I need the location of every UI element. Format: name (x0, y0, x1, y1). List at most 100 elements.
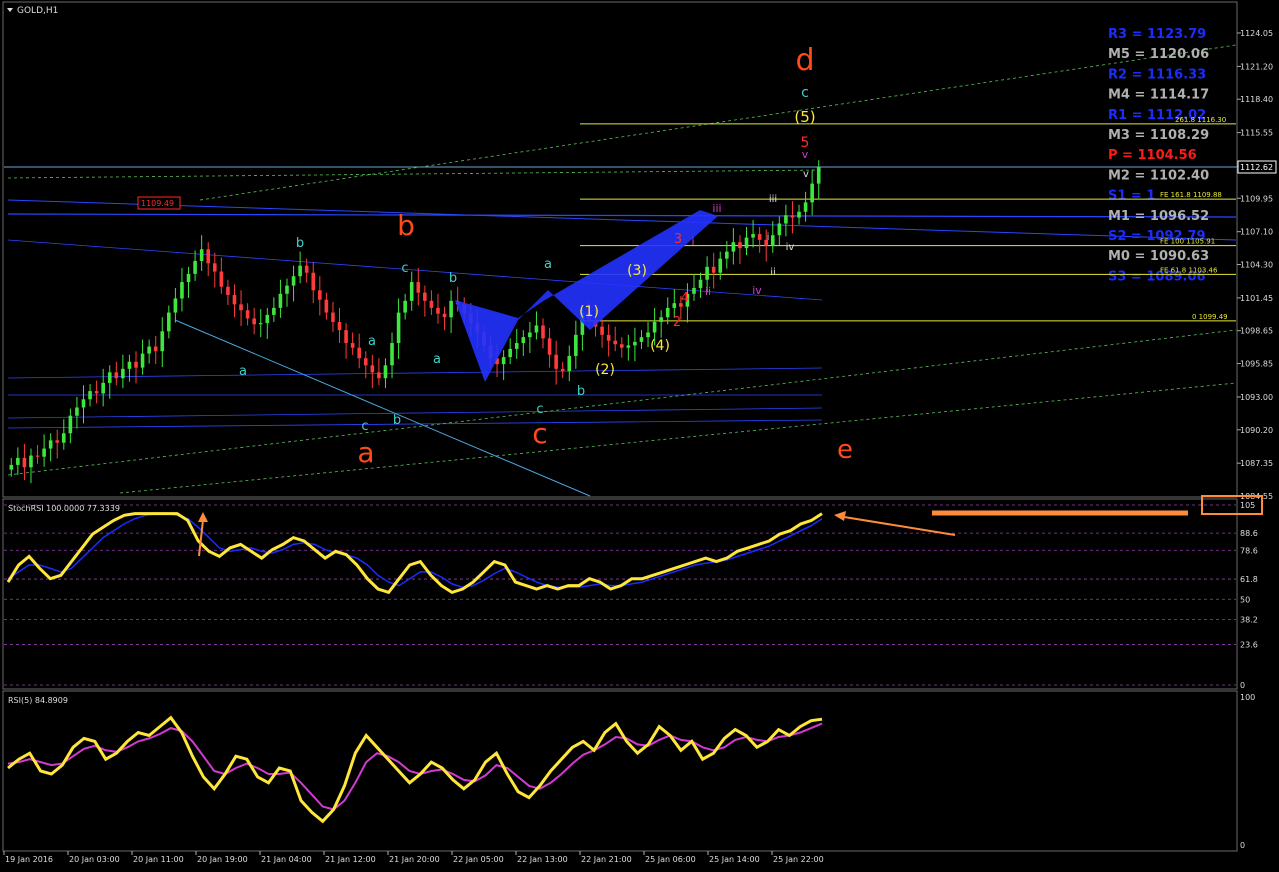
candle-body (390, 343, 394, 366)
candle-body (173, 298, 178, 313)
stoch-tick-label: 50 (1240, 595, 1250, 604)
wave-label-white: iv (786, 242, 795, 253)
wave-label-white: v (803, 169, 809, 180)
candle-body (55, 440, 60, 443)
price-tick-label: 1124.05 (1240, 29, 1273, 38)
price-tick-label: 1090.20 (1240, 426, 1273, 435)
wave-label-red: 3 (674, 232, 682, 247)
candle-body (114, 372, 119, 379)
chart-menu-triangle-icon[interactable] (7, 8, 13, 12)
candle-body (219, 271, 224, 287)
candle-body (396, 312, 401, 344)
candle-body (383, 365, 388, 379)
stoch-tick-label: 38.2 (1240, 616, 1258, 625)
wave-label-big: c (532, 417, 547, 450)
wave-label-red: 4 (681, 291, 689, 306)
current-price-value: 1112.62 (1240, 163, 1273, 172)
price-tick-label: 1107.10 (1240, 228, 1273, 237)
wave-label-magenta: i (691, 235, 694, 248)
candle-body (665, 307, 670, 318)
candle-body (672, 303, 677, 308)
candle-body (331, 312, 335, 322)
trend-line (119, 382, 1237, 494)
candle-body (81, 399, 86, 408)
candle-body (134, 361, 138, 368)
price-tick-label: 1115.55 (1240, 129, 1273, 138)
candle-body (147, 346, 151, 354)
candle-body (639, 337, 644, 342)
candle-body (318, 290, 322, 300)
candle-body (528, 332, 532, 338)
candle-body (744, 237, 749, 249)
candle-body (442, 313, 447, 318)
candle-body (705, 266, 709, 280)
price-tick-label: 1101.45 (1240, 294, 1273, 303)
candle-body (160, 331, 165, 352)
candle-body (258, 323, 263, 325)
pivot-label: M3 = 1108.29 (1108, 128, 1209, 143)
wave-label-teal: a (368, 334, 376, 349)
candle-body (363, 358, 368, 366)
candle-body (377, 372, 381, 379)
wave-label-yellow: (2) (595, 362, 615, 378)
candle-body (291, 276, 296, 286)
candle-body (738, 242, 742, 249)
candle-body (252, 318, 256, 325)
rsi-series-line (7, 722, 823, 811)
candle-body (22, 457, 27, 468)
candle-body (239, 304, 243, 311)
wave-label-white: iii (769, 194, 777, 205)
price-tick-label: 1095.85 (1240, 360, 1273, 369)
time-tick-label: 21 Jan 04:00 (261, 855, 312, 864)
wave-label-big: e (837, 435, 853, 465)
rsi-tick-label: 0 (1240, 841, 1245, 850)
trend-line (174, 319, 591, 497)
rsi-panel-frame (2, 690, 1238, 852)
candle-body (652, 321, 657, 333)
candle-body (16, 457, 20, 465)
candle-body (285, 285, 289, 294)
price-tick-label: 1118.40 (1240, 95, 1273, 104)
wave-label-teal: c (536, 402, 543, 417)
candle-body (61, 433, 66, 443)
candle-body (429, 300, 434, 308)
candle-body (344, 330, 348, 344)
stoch-tick-label: 105 (1240, 501, 1255, 510)
time-tick-label: 25 Jan 22:00 (773, 855, 824, 864)
candle-body (449, 300, 453, 318)
candle-body (770, 235, 775, 246)
wave-label-teal: c (361, 419, 368, 434)
price-tick-label: 1087.35 (1240, 459, 1273, 468)
candle-body (35, 455, 40, 457)
wave-label-white: ii (770, 267, 776, 278)
fib-label: 0 1099.49 (1192, 313, 1228, 321)
elliott-wave-labels: dbac ecbcbaaaac bcb(5)(3)(1)(4)(2)5342viii… (239, 43, 853, 469)
candle-body (574, 334, 578, 356)
time-tick-label: 22 Jan 05:00 (453, 855, 504, 864)
trend-line (199, 44, 1237, 201)
trend-line (7, 407, 823, 419)
stochrsi-title: StochRSI 100.0000 77.3339 (8, 504, 120, 513)
rsi-lines (7, 715, 823, 824)
stochrsi-lines (4, 504, 1236, 686)
candle-body (272, 307, 276, 315)
candle-body (501, 357, 506, 365)
candle-body (140, 353, 145, 368)
pivot-label: S1 = 1 (1108, 189, 1155, 204)
time-tick-label: 25 Jan 14:00 (709, 855, 760, 864)
candle-body (784, 215, 788, 224)
candle-body (9, 464, 14, 470)
candle-body (265, 314, 270, 324)
candle-body (718, 258, 723, 273)
candle-body (337, 321, 342, 331)
candle-body (94, 391, 99, 394)
candle-body (101, 382, 105, 394)
wave-label-yellow: (5) (794, 108, 815, 126)
wave-label-big: a (357, 436, 374, 469)
price-tick-label: 1104.30 (1240, 261, 1273, 270)
fib-label: FE 100 1105.91 (1160, 238, 1215, 246)
symbol-title: GOLD,H1 (17, 6, 58, 16)
candle-body (711, 266, 716, 273)
wave-label-big: d (795, 43, 814, 78)
trend-line (7, 367, 823, 379)
